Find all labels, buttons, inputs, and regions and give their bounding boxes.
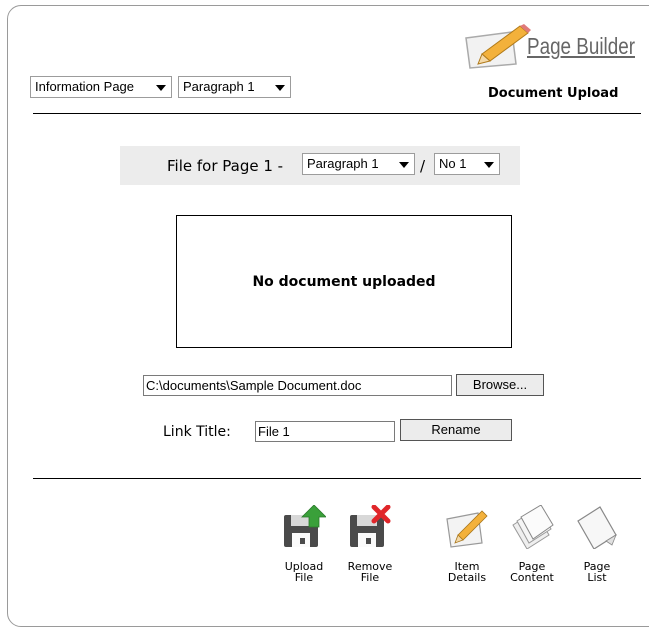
page-type-select-value: Information Page xyxy=(35,79,135,94)
file-number-select[interactable]: No 1 xyxy=(434,153,500,175)
rename-button[interactable]: Rename xyxy=(400,419,512,441)
no-document-message: No document uploaded xyxy=(252,273,436,290)
separator: / xyxy=(420,157,426,175)
upload-file-label: Upload File xyxy=(284,560,324,584)
remove-file-label: Remove File xyxy=(347,560,393,584)
floppy-upload-icon xyxy=(284,505,326,547)
file-path-input[interactable]: C:\documents\Sample Document.doc xyxy=(143,375,452,396)
paragraph-select[interactable]: Paragraph 1 xyxy=(178,76,291,98)
link-title-label: Link Title: xyxy=(163,424,231,440)
page-stack-icon xyxy=(512,505,554,549)
divider xyxy=(33,113,641,114)
floppy-remove-icon xyxy=(350,505,391,547)
page-list-label: Page List xyxy=(583,560,611,584)
page-content-button[interactable]: Page Content xyxy=(500,505,564,583)
remove-file-button[interactable]: Remove File xyxy=(338,505,402,583)
page-icon xyxy=(577,506,617,549)
document-preview-box: No document uploaded xyxy=(176,215,512,348)
divider xyxy=(33,478,641,479)
file-for-page-label: File for Page 1 - xyxy=(167,157,284,175)
file-number-select-value: No 1 xyxy=(439,156,467,171)
file-paragraph-select-value: Paragraph 1 xyxy=(307,156,379,171)
brand-title[interactable]: Page Builder xyxy=(527,33,635,60)
paragraph-select-value: Paragraph 1 xyxy=(183,79,255,94)
link-title-input[interactable]: File 1 xyxy=(255,421,395,442)
pencil-paper-icon xyxy=(446,510,488,548)
page-type-select[interactable]: Information Page xyxy=(30,76,172,98)
chevron-down-icon xyxy=(156,85,166,91)
browse-button[interactable]: Browse... xyxy=(456,374,544,396)
page-content-label: Page Content xyxy=(510,560,554,584)
chevron-down-icon xyxy=(399,162,409,168)
chevron-down-icon xyxy=(484,162,494,168)
item-details-button[interactable]: Item Details xyxy=(435,505,499,583)
item-details-label: Item Details xyxy=(447,560,487,584)
chevron-down-icon xyxy=(275,85,285,91)
upload-file-button[interactable]: Upload File xyxy=(272,505,336,583)
section-title: Document Upload xyxy=(488,86,619,101)
file-paragraph-select[interactable]: Paragraph 1 xyxy=(302,153,415,175)
page-list-button[interactable]: Page List xyxy=(565,505,629,583)
